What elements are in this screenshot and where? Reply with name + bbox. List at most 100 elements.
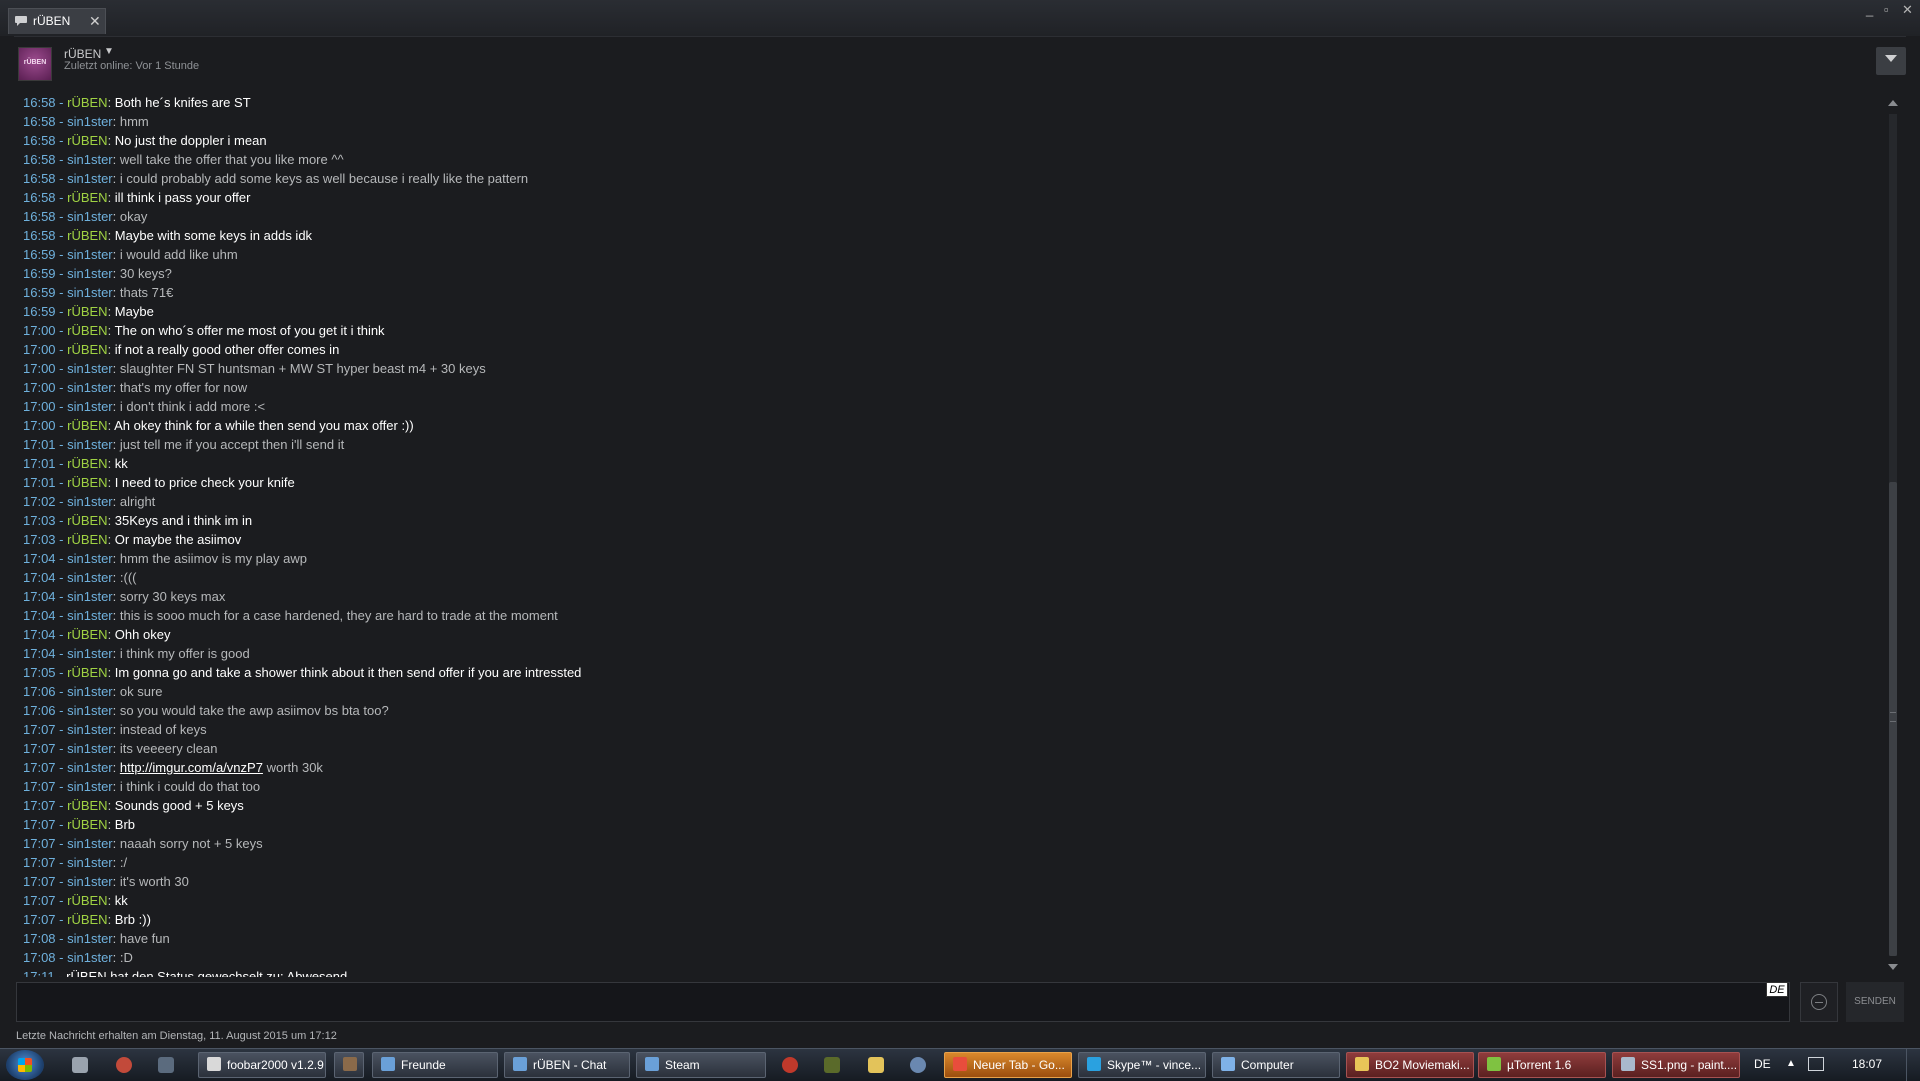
message-sender[interactable]: sin1ster [67, 836, 113, 851]
message-sender[interactable]: sin1ster [67, 285, 113, 300]
message-sender[interactable]: rÜBEN [67, 532, 107, 547]
message-sender[interactable]: sin1ster [67, 684, 113, 699]
settings-icon[interactable] [72, 1057, 88, 1073]
taskbar-button[interactable]: foobar2000 v1.2.9 [198, 1052, 326, 1078]
scroll-track[interactable] [1889, 114, 1897, 956]
taskbar-button[interactable] [334, 1052, 364, 1078]
message-sender[interactable]: rÜBEN [67, 133, 107, 148]
message-time: 17:02 [23, 494, 56, 509]
message-sender[interactable]: rÜBEN [67, 912, 107, 927]
windows-logo-icon [18, 1058, 32, 1072]
message-row: 17:00 - sin1ster: that's my offer for no… [23, 378, 1883, 397]
quicklaunch-app-icon[interactable] [116, 1057, 132, 1073]
minimize-icon[interactable]: _ [1866, 2, 1873, 17]
message-sender[interactable]: sin1ster [67, 152, 113, 167]
message-sender[interactable]: sin1ster [67, 779, 113, 794]
message-sender[interactable]: sin1ster [67, 703, 113, 718]
steam-tray-icon[interactable] [910, 1057, 926, 1073]
message-sender[interactable]: sin1ster [67, 494, 113, 509]
message-sender[interactable]: sin1ster [67, 380, 113, 395]
taskbar-button[interactable]: Computer [1212, 1052, 1340, 1078]
chevron-down-icon[interactable]: ▼ [104, 46, 114, 57]
message-sender[interactable]: sin1ster [67, 874, 113, 889]
message-sender[interactable]: rÜBEN [67, 95, 107, 110]
taskbar-button[interactable]: BO2 Moviemaki... [1346, 1052, 1474, 1078]
show-desktop-button[interactable] [1906, 1049, 1920, 1081]
message-sender[interactable]: rÜBEN [67, 627, 107, 642]
message-sender[interactable]: sin1ster [67, 950, 113, 965]
clock[interactable]: 18:07 [1852, 1057, 1882, 1071]
message-sender[interactable]: rÜBEN [67, 190, 107, 205]
message-sender[interactable]: sin1ster [67, 209, 113, 224]
tray-language[interactable]: DE [1754, 1057, 1771, 1071]
taskbar-button[interactable]: SS1.png - paint.... [1612, 1052, 1740, 1078]
message-sender[interactable]: rÜBEN [67, 665, 107, 680]
half-life-icon[interactable] [782, 1057, 798, 1073]
message-sender[interactable]: sin1ster [67, 741, 113, 756]
scroll-up-icon[interactable] [1888, 100, 1898, 106]
message-separator: - [55, 950, 68, 965]
message-sender[interactable]: sin1ster [67, 361, 113, 376]
message-sender[interactable]: rÜBEN [67, 513, 107, 528]
taskbar-button[interactable]: Skype™ - vince... [1078, 1052, 1206, 1078]
message-sender[interactable]: sin1ster [67, 931, 113, 946]
message-sender[interactable]: sin1ster [67, 247, 113, 262]
message-sender[interactable]: rÜBEN [67, 817, 107, 832]
scroll-down-icon[interactable] [1888, 964, 1898, 970]
taskbar-button[interactable]: Neuer Tab - Go... [944, 1052, 1072, 1078]
tray-expand-icon[interactable]: ▲ [1786, 1058, 1796, 1069]
message-input[interactable] [16, 982, 1790, 1022]
taskbar-button[interactable]: Freunde [372, 1052, 498, 1078]
tab-close-icon[interactable]: ✕ [89, 13, 101, 30]
message-sender[interactable]: rÜBEN [67, 323, 107, 338]
show-windows-icon[interactable] [158, 1057, 174, 1073]
maximize-icon[interactable]: ▫ [1884, 2, 1889, 17]
message-sender[interactable]: rÜBEN [67, 418, 107, 433]
message-text: Brb :)) [114, 912, 151, 927]
message-sender[interactable]: rÜBEN [67, 798, 107, 813]
options-dropdown-button[interactable] [1876, 47, 1906, 75]
message-sender[interactable]: sin1ster [67, 855, 113, 870]
scroll-thumb[interactable] [1889, 482, 1897, 956]
message-colon: : [112, 285, 120, 300]
message-sender[interactable]: sin1ster [67, 171, 113, 186]
taskbar-button[interactable]: µTorrent 1.6 [1478, 1052, 1606, 1078]
message-sender[interactable]: sin1ster [67, 760, 113, 775]
folder-icon[interactable] [868, 1057, 884, 1073]
message-sender[interactable]: rÜBEN [67, 342, 107, 357]
message-sender[interactable]: sin1ster [67, 114, 113, 129]
send-button[interactable]: SENDEN [1846, 982, 1904, 1022]
message-sender[interactable]: rÜBEN [67, 475, 107, 490]
message-sender[interactable]: sin1ster [67, 266, 113, 281]
message-sender[interactable]: sin1ster [67, 646, 113, 661]
message-sender[interactable]: rÜBEN [67, 304, 107, 319]
message-scrollbar[interactable] [1886, 98, 1900, 972]
message-time: 16:58 [23, 171, 56, 186]
terminal-icon[interactable] [824, 1057, 840, 1073]
chat-tab[interactable]: rÜBEN ✕ [8, 8, 106, 34]
taskbar-button[interactable]: rÜBEN - Chat [504, 1052, 630, 1078]
message-sender[interactable]: sin1ster [67, 589, 113, 604]
emoticon-button[interactable] [1800, 982, 1838, 1022]
message-sender[interactable]: sin1ster [67, 437, 113, 452]
message-sender[interactable]: sin1ster [67, 608, 113, 623]
message-sender[interactable]: rÜBEN [67, 893, 107, 908]
message-list[interactable]: 16:58 - rÜBEN: Both he´s knifes are ST 16… [23, 93, 1883, 977]
close-icon[interactable]: ✕ [1902, 2, 1913, 18]
avatar[interactable]: rÜBEN [18, 47, 52, 81]
message-sender[interactable]: rÜBEN [67, 456, 107, 471]
message-separator: - [55, 171, 68, 186]
taskbar-button[interactable]: Steam [636, 1052, 766, 1078]
network-icon[interactable] [1808, 1057, 1824, 1071]
message-sender[interactable]: sin1ster [67, 399, 113, 414]
message-link[interactable]: http://imgur.com/a/vnzP7 [120, 760, 263, 775]
start-button[interactable] [6, 1050, 44, 1080]
message-sender[interactable]: rÜBEN [67, 228, 107, 243]
taskbar-button-label: SS1.png - paint.... [1641, 1058, 1738, 1072]
contact-name[interactable]: rÜBEN [64, 47, 101, 61]
message-sender[interactable]: sin1ster [67, 570, 113, 585]
message-sender[interactable]: sin1ster [67, 722, 113, 737]
message-sender[interactable]: sin1ster [67, 551, 113, 566]
message-time: 17:07 [23, 817, 56, 832]
message-separator: - [55, 912, 68, 927]
